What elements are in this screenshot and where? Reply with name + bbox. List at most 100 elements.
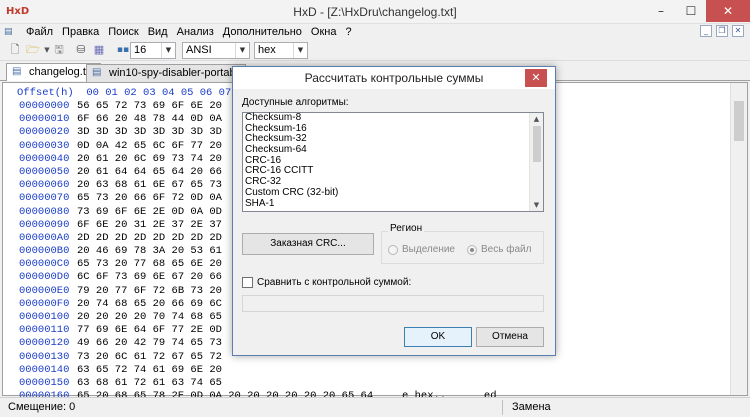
cancel-button[interactable]: Отмена	[476, 327, 544, 347]
bytes-per-row-select[interactable]: 16 ▼	[130, 42, 176, 59]
menu-item[interactable]: Анализ	[177, 25, 214, 39]
menu-item[interactable]: Вид	[148, 25, 168, 39]
hex-offset: 000000F0	[19, 297, 70, 310]
radio-icon	[467, 245, 477, 255]
dialog-title: Рассчитать контрольные суммы	[304, 71, 484, 85]
hex-row[interactable]: 00000150 63 68 61 72 61 63 74 65	[19, 377, 503, 390]
menu-item[interactable]: ?	[345, 25, 351, 39]
scroll-down-icon[interactable]: ▼	[530, 199, 543, 211]
hex-offset: 00000150	[19, 376, 70, 389]
charset-select[interactable]: ANSI ▼	[182, 42, 250, 59]
algorithms-list[interactable]: Checksum-8 Checksum-16 Checksum-32 Checksum…	[242, 112, 544, 212]
maximize-button[interactable]: ☐	[676, 0, 706, 22]
list-item[interactable]: CRC-16 CCITT	[243, 166, 543, 177]
region-group: Регион Выделение Весь файл	[381, 223, 544, 264]
menu-item[interactable]: Правка	[62, 25, 99, 39]
window-title: HxD - [Z:\HxDru\changelog.txt]	[293, 5, 457, 19]
menu-item[interactable]: Файл	[26, 25, 53, 39]
editor-scrollbar[interactable]	[730, 83, 747, 395]
status-mode: Замена	[512, 401, 551, 413]
hex-offset: 00000140	[19, 363, 70, 376]
radio-label: Весь файл	[481, 244, 532, 255]
close-button[interactable]: ✕	[706, 0, 750, 22]
mdi-minimize-icon[interactable]: _	[700, 25, 712, 37]
window-controls: – ☐ ✕	[646, 0, 750, 22]
hex-offset: 00000130	[19, 350, 70, 363]
menu-item[interactable]: Дополнительно	[223, 25, 302, 39]
offset-header: Offset(h)	[17, 87, 74, 99]
hex-bytes: 63 65 72 74 61 69 6E 20	[77, 363, 222, 376]
open-disk-icon[interactable]: ⛁	[74, 43, 88, 57]
list-item[interactable]: Custom CRC (32-bit)	[243, 187, 543, 199]
status-offset: Смещение: 0	[8, 401, 76, 413]
scroll-up-icon[interactable]: ▲	[530, 113, 543, 125]
mdi-window-controls: _ ❐ ✕	[700, 25, 744, 37]
compare-checksum-input	[242, 295, 544, 312]
open-folder-icon[interactable]: 🗁	[26, 43, 40, 57]
mdi-restore-icon[interactable]: ❐	[716, 25, 728, 37]
chevron-down-icon[interactable]: ▼	[161, 43, 175, 58]
hex-offset: 00000100	[19, 311, 70, 323]
hex-offset: 00000040	[19, 152, 70, 165]
scrollbar-thumb[interactable]	[734, 101, 744, 141]
hex-bytes: 63 68 61 72 61 63 74 65	[77, 376, 222, 389]
menu-item[interactable]: Окна	[311, 25, 337, 39]
scrollbar-thumb[interactable]	[533, 126, 541, 162]
algorithm-items: Checksum-8 Checksum-16 Checksum-32 Checksum…	[243, 112, 543, 210]
region-whole-file-radio[interactable]: Весь файл	[467, 244, 531, 256]
chevron-down-icon[interactable]: ▼	[235, 43, 249, 58]
hex-offset: 000000D0	[19, 271, 70, 284]
status-separator	[502, 400, 503, 415]
algorithms-label: Доступные алгоритмы:	[242, 97, 349, 108]
radio-icon	[388, 245, 398, 255]
list-item[interactable]: SHA-1	[243, 198, 543, 210]
checksum-dialog: Рассчитать контрольные суммы ✕ Доступные…	[232, 66, 556, 356]
list-item[interactable]: Checksum-64	[243, 144, 543, 156]
radio-label: Выделение	[402, 244, 455, 255]
open-ram-icon[interactable]: ▦	[92, 43, 106, 57]
menu-item[interactable]: Поиск	[108, 25, 138, 39]
status-bar: Смещение: 0 Замена	[0, 397, 750, 417]
charset-value: ANSI	[186, 44, 212, 56]
file-icon: ▤	[92, 67, 102, 78]
hex-offset: 000000C0	[19, 258, 70, 271]
new-file-icon[interactable]: 🗋	[8, 43, 22, 57]
bytes-per-row-value: 16	[134, 44, 147, 56]
mdi-close-icon[interactable]: ✕	[732, 25, 744, 37]
menu-items: Файл Правка Поиск Вид Анализ Дополнительно Окн…	[26, 25, 352, 39]
hex-offset: 00000010	[19, 113, 70, 126]
compare-label: Сравнить с контрольной суммой:	[257, 277, 412, 288]
list-scrollbar[interactable]: ▲ ▼	[529, 113, 543, 211]
chevron-down-icon[interactable]: ▼	[293, 43, 307, 58]
hex-header: Offset(h) 00 01 02 03 04 05 06 07	[17, 87, 231, 99]
tab-label: win10-spy-disabler-portable.zip	[109, 67, 245, 79]
checkbox-icon[interactable]	[242, 277, 253, 288]
hex-offset: 00000000	[19, 100, 70, 112]
offset-base-value: hex	[258, 44, 276, 56]
offset-base-select[interactable]: hex ▼	[254, 42, 308, 59]
region-selection-radio[interactable]: Выделение	[388, 244, 455, 256]
hex-offset: 00000110	[19, 324, 70, 337]
hex-offset: 000000A0	[19, 231, 70, 244]
hex-offset: 00000050	[19, 165, 70, 178]
file-icon: ▤	[12, 66, 22, 77]
hex-offset: 000000B0	[19, 245, 70, 258]
menu-bar: ▤ Файл Правка Поиск Вид Анализ Дополнительно О…	[0, 24, 750, 40]
hex-offset: 00000080	[19, 205, 70, 218]
minimize-button[interactable]: –	[646, 0, 676, 22]
toolbar: 🗋 🗁 ▼ 🖫 ⛁ ▦ ▪▪ 16 ▼ ANSI ▼ hex ▼	[0, 40, 750, 61]
hex-offset: 00000090	[19, 218, 70, 231]
bytes-per-row-icon: ▪▪	[116, 45, 130, 55]
hex-row[interactable]: 00000140 63 65 72 74 61 69 6E 20	[19, 364, 503, 377]
dialog-close-button[interactable]: ✕	[525, 69, 547, 87]
hex-offset: 00000030	[19, 139, 70, 152]
document-icon: ▤	[4, 27, 13, 37]
hex-offset: 00000020	[19, 126, 70, 139]
title-bar: HxD HxD - [Z:\HxDru\changelog.txt] – ☐ ✕	[0, 0, 750, 24]
hex-offset: 000000E0	[19, 284, 70, 297]
custom-crc-button[interactable]: Заказная CRC...	[242, 233, 374, 255]
tab-zip[interactable]: ▤ win10-spy-disabler-portable.zip	[86, 64, 246, 82]
ok-button[interactable]: OK	[404, 327, 472, 347]
compare-checkbox[interactable]: Сравнить с контрольной суммой:	[242, 277, 411, 289]
save-icon[interactable]: 🖫	[52, 43, 66, 57]
